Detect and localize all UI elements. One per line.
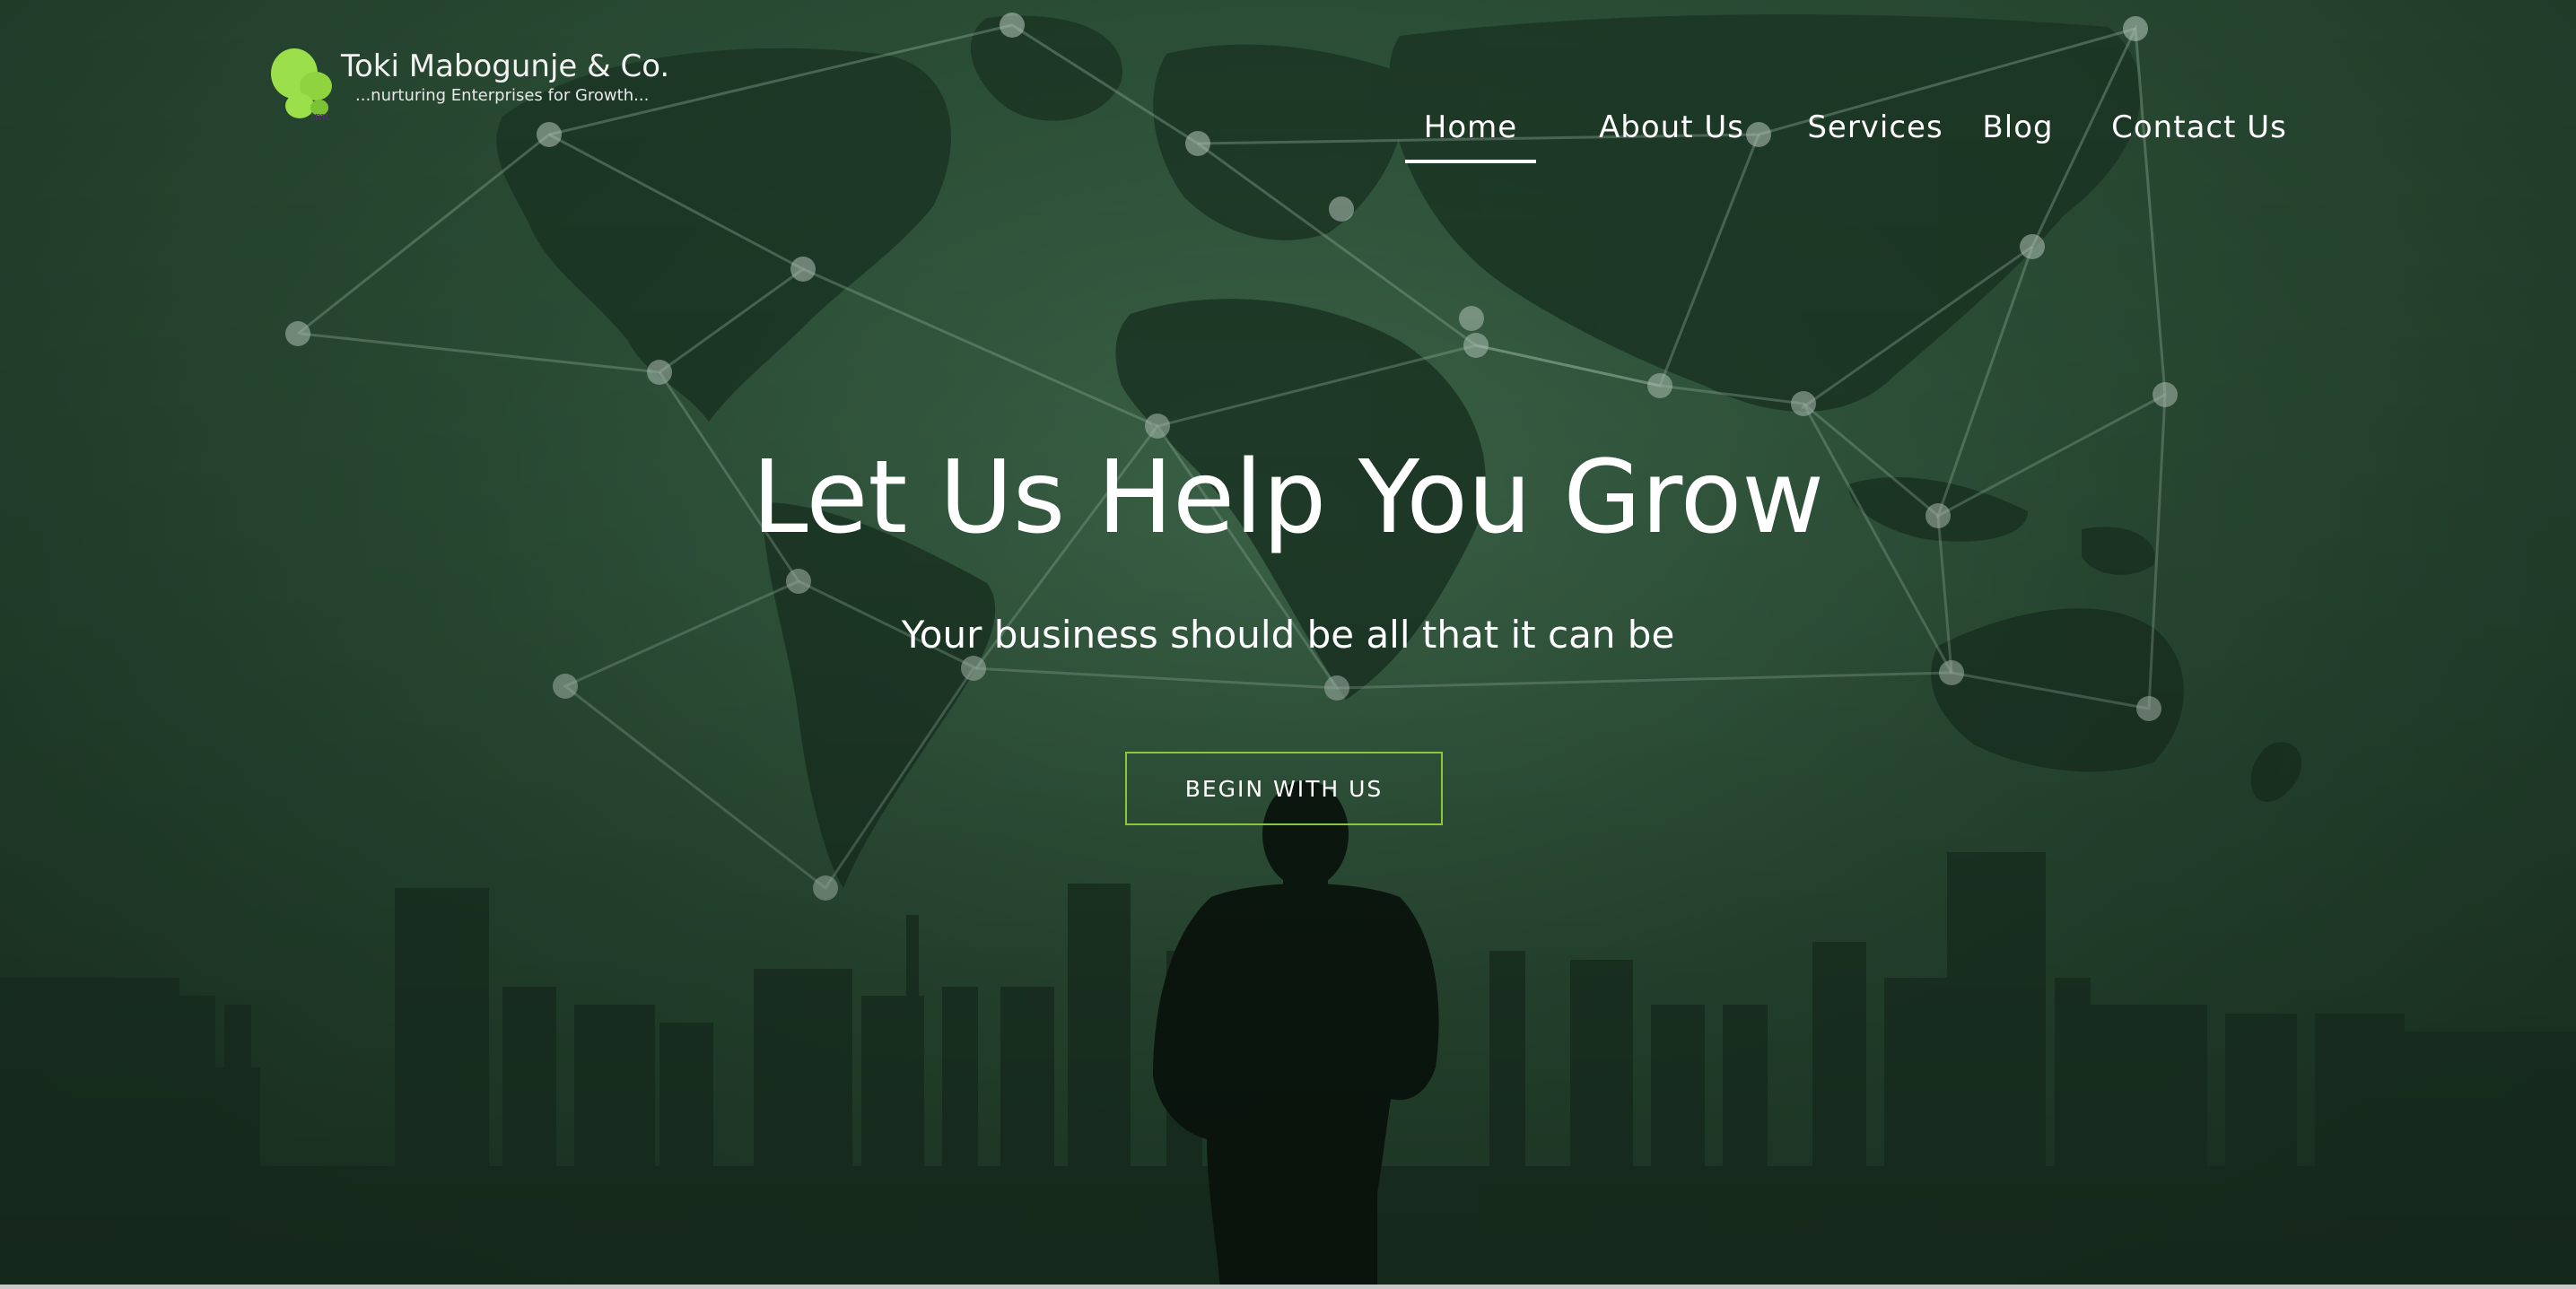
nav-item-about-us[interactable]: About Us <box>1576 104 1768 158</box>
nav-item-blog[interactable]: Blog <box>1969 104 2067 158</box>
nav-item-contact-us[interactable]: Contact Us <box>2098 104 2301 158</box>
page-bottom-edge <box>0 1285 2576 1289</box>
brand-name: Toki Mabogunje & Co. <box>341 48 670 84</box>
nav-item-services[interactable]: Services <box>1780 104 1970 158</box>
begin-with-us-button[interactable]: BEGIN WITH US <box>1125 752 1443 825</box>
brand-tagline: ...nurturing Enterprises for Growth... <box>355 86 650 105</box>
hero-headline: Let Us Help You Grow <box>752 440 1824 556</box>
logo-mark-text: tmc <box>310 110 331 123</box>
nav-item-home[interactable]: Home <box>1405 104 1536 163</box>
butterfly-logo-icon: tmc <box>271 48 332 123</box>
hero-section: tmc Toki Mabogunje & Co. ...nurturing En… <box>0 0 2576 1289</box>
main-nav: Home About Us Services Blog Contact Us <box>1400 104 2315 167</box>
hero-subhead: Your business should be all that it can … <box>901 613 1675 657</box>
brand-logo[interactable]: tmc Toki Mabogunje & Co. ...nurturing En… <box>267 45 680 126</box>
